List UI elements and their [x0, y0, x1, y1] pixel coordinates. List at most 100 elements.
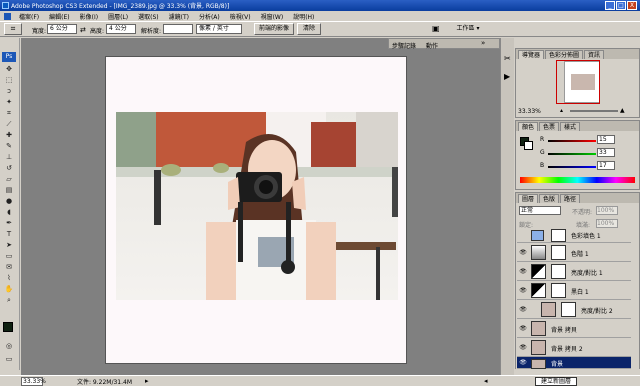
history-brush-tool-icon[interactable]: ↺ — [3, 163, 15, 173]
magic-wand-tool-icon[interactable]: ✦ — [3, 97, 15, 107]
menu-view[interactable]: 檢視(V) — [225, 12, 256, 21]
layer-row[interactable]: 👁 背景 拷貝 — [517, 319, 631, 338]
visibility-eye-icon[interactable]: 👁 — [519, 249, 527, 256]
red-slider[interactable] — [548, 140, 596, 142]
color-spectrum-ramp[interactable] — [520, 177, 635, 183]
green-slider[interactable] — [548, 153, 596, 155]
layer-row[interactable]: 👁 亮度/對比 1 — [517, 262, 631, 281]
blur-tool-icon[interactable]: ● — [3, 196, 15, 206]
opacity-input[interactable]: 100% — [596, 206, 618, 215]
brush-tool-icon[interactable]: ✎ — [3, 141, 15, 151]
resolution-unit-select[interactable]: 像素 / 英寸 — [196, 24, 242, 34]
navigator-zoom-value[interactable]: 33.33% — [518, 108, 541, 115]
menu-filter[interactable]: 濾鏡(T) — [164, 12, 194, 21]
blue-slider[interactable] — [548, 166, 596, 168]
status-zoom-input[interactable]: 33.33% — [21, 376, 46, 386]
screen-mode-icon[interactable]: ▭ — [3, 354, 15, 364]
tab-paths[interactable]: 路徑 — [560, 194, 581, 203]
layer-row[interactable]: 👁 色階 1 — [517, 243, 631, 262]
tab-channels[interactable]: 色版 — [539, 194, 560, 203]
title-bar: Adobe Photoshop CS3 Extended - [IMG_2389… — [0, 0, 640, 11]
lasso-tool-icon[interactable]: ↄ — [3, 86, 15, 96]
history-panel-icon[interactable]: ✂ — [504, 54, 511, 63]
type-tool-icon[interactable]: T — [3, 229, 15, 239]
clone-stamp-tool-icon[interactable]: ⊥ — [3, 152, 15, 162]
pen-tool-icon[interactable]: ✒ — [3, 218, 15, 228]
visibility-eye-icon[interactable]: 👁 — [519, 287, 527, 294]
fill-input[interactable]: 100% — [596, 219, 618, 228]
green-value-input[interactable]: 33 — [597, 148, 615, 157]
menu-analysis[interactable]: 分析(A) — [194, 12, 225, 21]
shape-tool-icon[interactable]: ▭ — [3, 251, 15, 261]
tab-navigator[interactable]: 導覽器 — [518, 50, 545, 59]
visibility-eye-icon[interactable]: 👁 — [519, 325, 527, 332]
layer-row-selected[interactable]: 👁 背景 — [517, 357, 631, 369]
close-button[interactable]: X — [627, 1, 637, 10]
clear-button[interactable]: 清除 — [297, 23, 321, 35]
menu-file[interactable]: 檔案(F) — [14, 12, 44, 21]
zoom-out-icon[interactable]: ▴ — [560, 107, 563, 114]
menu-image[interactable]: 影像(I) — [75, 12, 103, 21]
blue-value-input[interactable]: 17 — [597, 161, 615, 170]
eraser-tool-icon[interactable]: ▱ — [3, 174, 15, 184]
tab-styles[interactable]: 樣式 — [560, 122, 581, 131]
healing-brush-tool-icon[interactable]: ✚ — [3, 130, 15, 140]
zoom-tool-icon[interactable]: ⌕ — [3, 295, 15, 305]
actions-tab[interactable]: 動作 — [426, 41, 438, 50]
front-image-button[interactable]: 前端的影像 — [254, 23, 294, 35]
notes-tool-icon[interactable]: ✉ — [3, 262, 15, 272]
tab-color[interactable]: 顏色 — [518, 122, 539, 131]
layer-row[interactable]: 色彩填色 1 — [517, 228, 631, 243]
eyedropper-tool-icon[interactable]: ⌇ — [3, 273, 15, 283]
tab-histogram[interactable]: 色彩分佈圖 — [545, 50, 584, 59]
dodge-tool-icon[interactable]: ◖ — [3, 207, 15, 217]
move-tool-icon[interactable]: ✥ — [3, 64, 15, 74]
dock-collapse-icon[interactable]: » — [481, 39, 485, 47]
foreground-color-swatch[interactable] — [3, 322, 13, 332]
menu-window[interactable]: 視窗(W) — [256, 12, 289, 21]
crop-tool-preset-button[interactable]: ⌗ — [4, 23, 22, 35]
blend-mode-select[interactable]: 正常 — [519, 206, 561, 215]
scroll-left-icon[interactable]: ◂ — [484, 377, 488, 385]
marquee-tool-icon[interactable]: ⬚ — [3, 75, 15, 85]
hand-tool-icon[interactable]: ✋ — [3, 284, 15, 294]
quick-mask-icon[interactable]: ◎ — [3, 341, 15, 351]
layer-row[interactable]: 👁 黑白 1 — [517, 281, 631, 300]
layer-row[interactable]: 👁 亮度/對比 2 — [517, 300, 631, 319]
history-tab[interactable]: 步驟記錄 — [392, 41, 416, 50]
menu-edit[interactable]: 編輯(E) — [44, 12, 74, 21]
height-input[interactable]: 4 公分 — [106, 24, 136, 34]
menu-layer[interactable]: 圖層(L) — [103, 12, 133, 21]
menu-select[interactable]: 選取(S) — [133, 12, 164, 21]
tool-preset-icon[interactable]: ▣ — [432, 24, 440, 33]
visibility-eye-icon[interactable]: 👁 — [519, 359, 527, 366]
tab-swatches[interactable]: 色票 — [539, 122, 560, 131]
resolution-input[interactable] — [163, 24, 193, 34]
width-input[interactable]: 6 公分 — [47, 24, 77, 34]
layer-row[interactable]: 👁 背景 拷貝 2 — [517, 338, 631, 357]
crop-tool-icon[interactable]: ⌗ — [3, 108, 15, 118]
tab-info[interactable]: 資訊 — [584, 50, 605, 59]
swap-icon[interactable]: ⇄ — [80, 26, 86, 34]
photo-layer[interactable] — [116, 112, 398, 300]
red-value-input[interactable]: 15 — [597, 135, 615, 144]
maximize-button[interactable]: □ — [616, 1, 626, 10]
navigator-zoom-slider[interactable] — [570, 110, 618, 112]
actions-panel-icon[interactable]: ▶ — [504, 72, 510, 81]
slice-tool-icon[interactable]: ⟋ — [3, 119, 15, 129]
tab-layers[interactable]: 圖層 — [518, 194, 539, 203]
visibility-eye-icon[interactable]: 👁 — [519, 268, 527, 275]
gradient-tool-icon[interactable]: ▤ — [3, 185, 15, 195]
workspace-button[interactable]: 工作區 ▾ — [450, 23, 486, 35]
path-selection-tool-icon[interactable]: ➤ — [3, 240, 15, 250]
zoom-in-icon[interactable]: ▲ — [620, 107, 625, 114]
app-menu-icon[interactable] — [4, 12, 11, 20]
menu-help[interactable]: 說明(H) — [288, 12, 319, 21]
minimize-button[interactable]: _ — [605, 1, 615, 10]
visibility-eye-icon[interactable]: 👁 — [519, 344, 527, 351]
status-menu-icon[interactable]: ▸ — [145, 377, 149, 385]
navigator-view-box[interactable] — [556, 60, 600, 104]
visibility-eye-icon[interactable]: 👁 — [519, 306, 527, 313]
color-background-swatch[interactable] — [524, 141, 533, 150]
photoshop-logo[interactable]: Ps — [2, 52, 16, 62]
